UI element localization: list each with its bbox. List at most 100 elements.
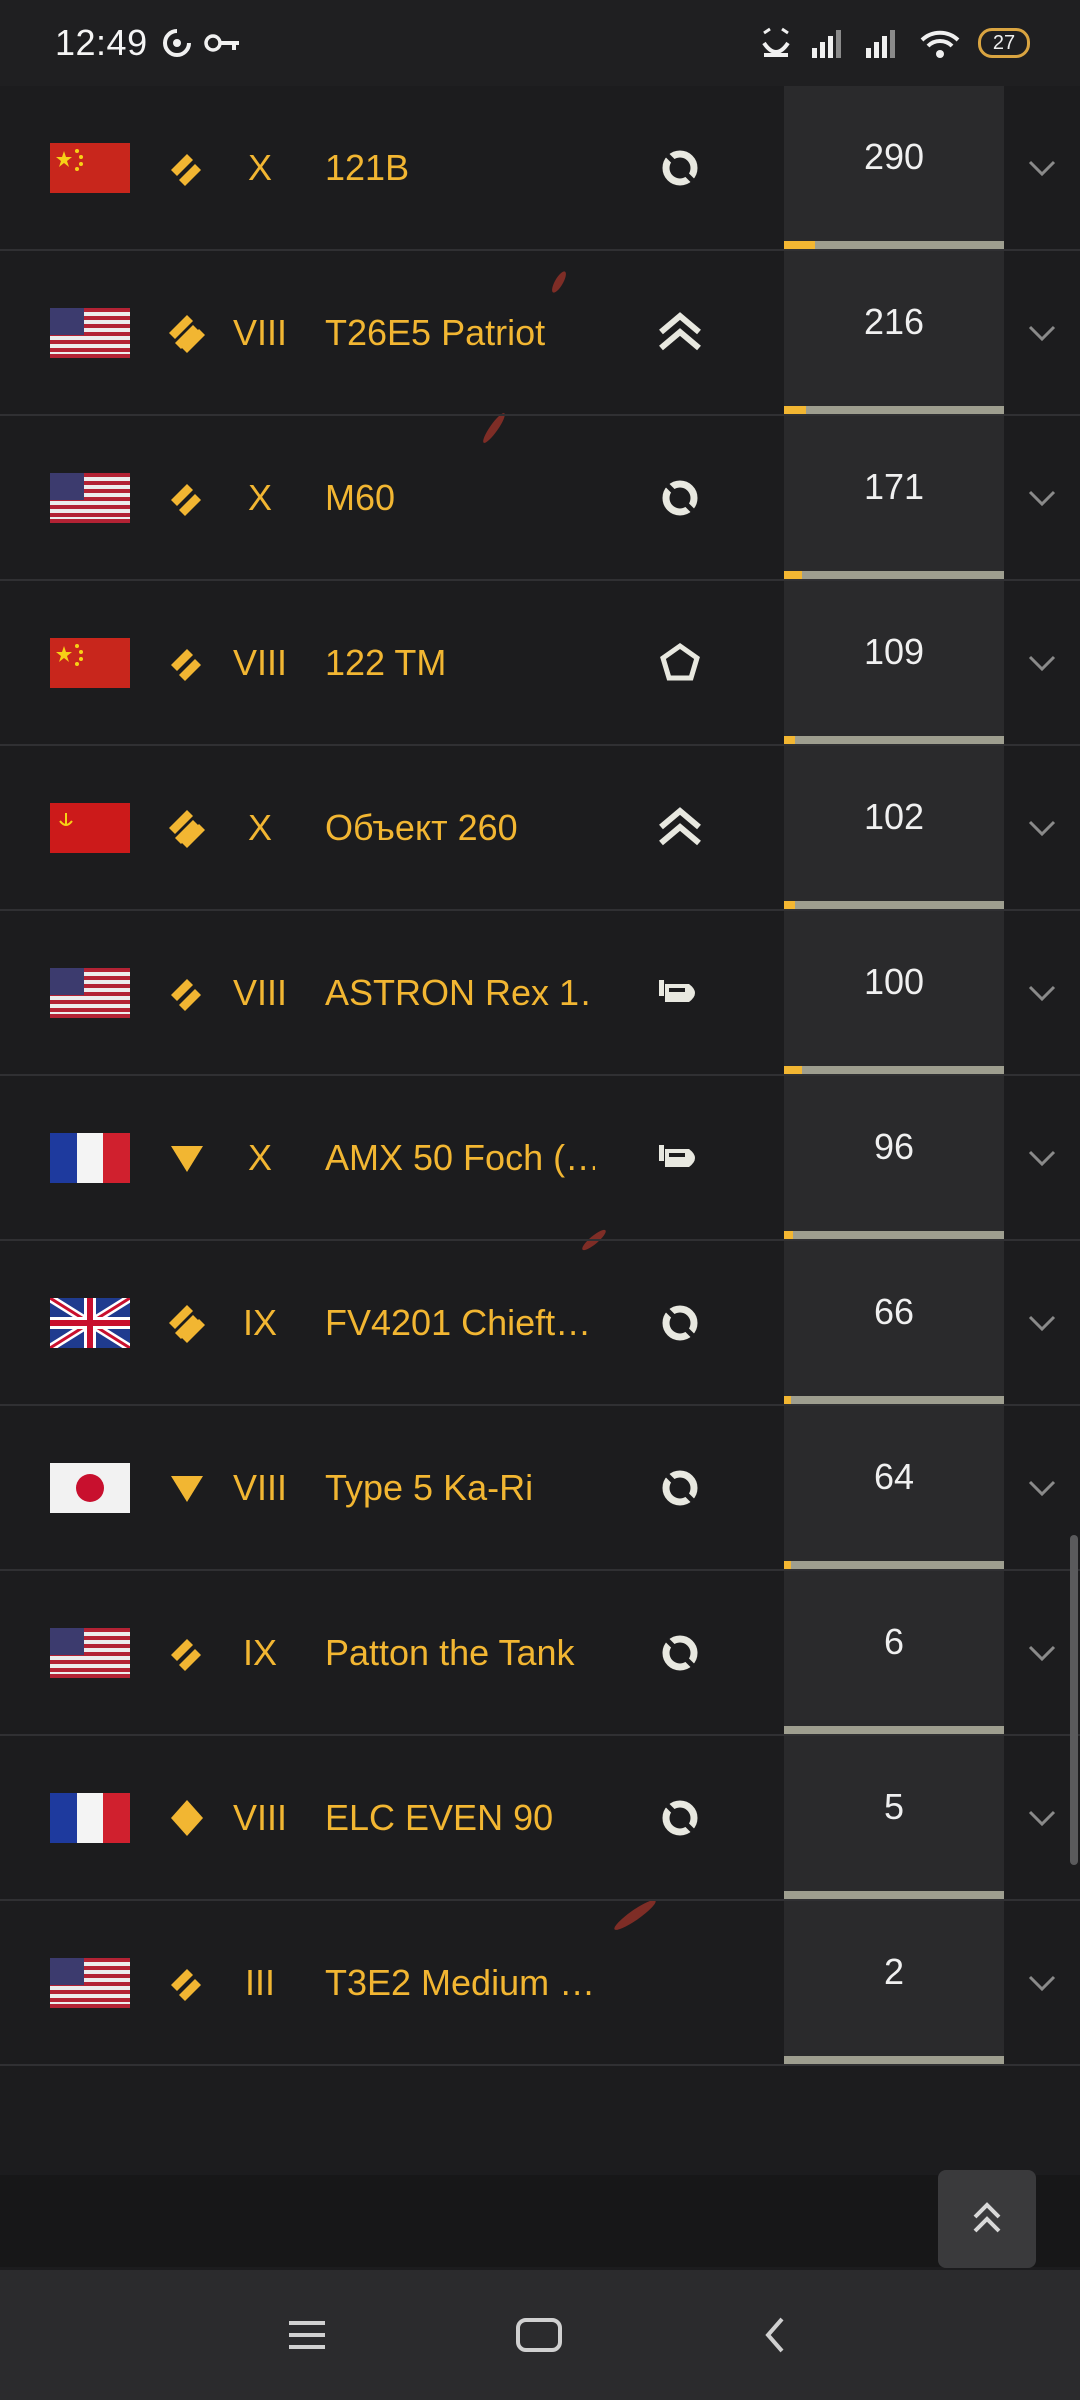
progress-bar (784, 406, 1004, 414)
battles-cell: 100 (784, 911, 1004, 1074)
sync-icon (162, 29, 191, 57)
wheel-role-icon (662, 1635, 698, 1670)
vehicle-tier: VIII (232, 971, 288, 1013)
chevron-down-icon[interactable] (1024, 321, 1060, 345)
progress-bar (784, 1561, 1004, 1569)
battles-cell: 96 (784, 1076, 1004, 1239)
list-footer (0, 2175, 1080, 2267)
vehicle-row[interactable]: VIII ELC EVEN 90 5 (0, 1736, 1080, 1901)
vehicle-row[interactable]: VIII ASTRON Rex 1… 100 (0, 911, 1080, 1076)
chevron-down-icon[interactable] (1024, 486, 1060, 510)
vehicle-name: AMX 50 Foch (… (325, 1136, 595, 1178)
vehicle-row[interactable]: IX FV4201 Chieft… 66 (0, 1241, 1080, 1406)
usa-flag-icon (50, 1627, 130, 1678)
battles-cell: 171 (784, 416, 1004, 579)
battles-count: 100 (863, 961, 925, 1002)
vehicle-name: Patton the Tank (325, 1631, 575, 1673)
wheel-role-icon (662, 480, 698, 515)
vehicle-name: 121B (325, 146, 410, 188)
progress-bar (784, 1231, 1004, 1239)
china-flag-icon (50, 637, 130, 688)
wheel-role-icon (662, 1470, 698, 1505)
medium-tank-class-icon (171, 153, 201, 186)
usa-flag-icon (50, 307, 130, 358)
france-flag-icon (50, 1132, 130, 1183)
heavy-tank-class-icon (169, 314, 205, 353)
vehicle-row[interactable]: III T3E2 Medium … 2 (0, 1901, 1080, 2066)
chevron-down-icon[interactable] (1024, 981, 1060, 1005)
progress-fill (784, 1231, 793, 1239)
wheel-role-icon (662, 1305, 698, 1340)
france-flag-icon (50, 1792, 130, 1843)
vehicle-name: M60 (325, 476, 396, 518)
vehicle-tier: X (247, 476, 272, 518)
progress-fill (784, 406, 806, 414)
alarm-icon (762, 27, 790, 57)
vehicle-row[interactable]: X 121B 290 (0, 86, 1080, 251)
japan-flag-icon (50, 1462, 130, 1513)
chevron-down-icon[interactable] (1024, 816, 1060, 840)
progress-fill (784, 1396, 791, 1404)
battles-count: 2 (883, 1951, 905, 1992)
progress-bar (784, 1066, 1004, 1074)
vehicle-tier: X (247, 806, 272, 848)
usa-flag-icon (50, 967, 130, 1018)
light-tank-class-icon (171, 1799, 203, 1836)
menu-icon[interactable] (288, 2319, 326, 2351)
chevron-down-icon[interactable] (1024, 1806, 1060, 1830)
chevron-down-icon[interactable] (1024, 1641, 1060, 1665)
wheel-role-icon (662, 150, 698, 185)
vehicle-row[interactable]: X Объект 260 102 (0, 746, 1080, 911)
progress-bar (784, 241, 1004, 249)
battles-cell: 109 (784, 581, 1004, 744)
vehicle-row[interactable]: X AMX 50 Foch (… 96 (0, 1076, 1080, 1241)
chevrons-role-icon (659, 806, 701, 845)
vehicle-name: FV4201 Chieft… (325, 1301, 592, 1343)
back-icon[interactable] (760, 2315, 790, 2355)
chevron-down-icon[interactable] (1024, 651, 1060, 675)
vehicle-row[interactable]: X M60 171 (0, 416, 1080, 581)
vehicle-tier: VIII (232, 641, 288, 683)
progress-bar (784, 736, 1004, 744)
scrollbar[interactable] (1070, 1535, 1078, 1865)
progress-bar (784, 2056, 1004, 2064)
battles-cell: 2 (784, 1901, 1004, 2064)
chevrons-role-icon (659, 311, 701, 350)
battles-cell: 216 (784, 251, 1004, 414)
chevron-down-icon[interactable] (1024, 1311, 1060, 1335)
chevron-down-icon[interactable] (1024, 156, 1060, 180)
battles-cell: 290 (784, 86, 1004, 249)
vehicle-row[interactable]: VIII Type 5 Ka-Ri 64 (0, 1406, 1080, 1571)
double-chevron-up-icon (973, 2202, 1001, 2233)
medium-tank-class-icon (171, 978, 201, 1011)
vehicle-row[interactable]: VIII 122 TM 109 (0, 581, 1080, 746)
uk-flag-icon (50, 1297, 130, 1348)
battles-cell: 6 (784, 1571, 1004, 1734)
vehicle-row[interactable]: IX Patton the Tank 6 (0, 1571, 1080, 1736)
chevron-down-icon[interactable] (1024, 1146, 1060, 1170)
home-icon[interactable] (515, 2317, 563, 2353)
status-bar: 12:49 27 (0, 0, 1080, 86)
td-tank-class-icon (171, 1475, 203, 1502)
chevron-down-icon[interactable] (1024, 1476, 1060, 1500)
vehicle-tier: IX (242, 1631, 277, 1673)
chevron-down-icon[interactable] (1024, 1971, 1060, 1995)
battles-count: 109 (863, 631, 925, 672)
scroll-to-top-button[interactable] (938, 2170, 1036, 2268)
progress-fill (784, 241, 815, 249)
progress-fill (784, 736, 795, 744)
vehicle-name: 122 TM (325, 641, 447, 683)
vehicle-name: T3E2 Medium … (325, 1961, 595, 2003)
vehicle-name: ASTRON Rex 1… (325, 971, 595, 1013)
progress-bar (784, 1726, 1004, 1734)
vehicle-name: ELC EVEN 90 (325, 1796, 554, 1838)
signal-icon-2 (866, 30, 895, 58)
td-tank-class-icon (171, 1145, 203, 1172)
vehicle-list: X 121B 290 VIII T26E5 Patriot 216 X M60 171 VIII 1… (0, 86, 1080, 2066)
ussr-flag-icon (50, 802, 130, 853)
vehicle-name: T26E5 Patriot (325, 311, 546, 353)
progress-bar (784, 901, 1004, 909)
vehicle-row[interactable]: VIII T26E5 Patriot 216 (0, 251, 1080, 416)
china-flag-icon (50, 142, 130, 193)
shell-role-icon (659, 979, 695, 1002)
